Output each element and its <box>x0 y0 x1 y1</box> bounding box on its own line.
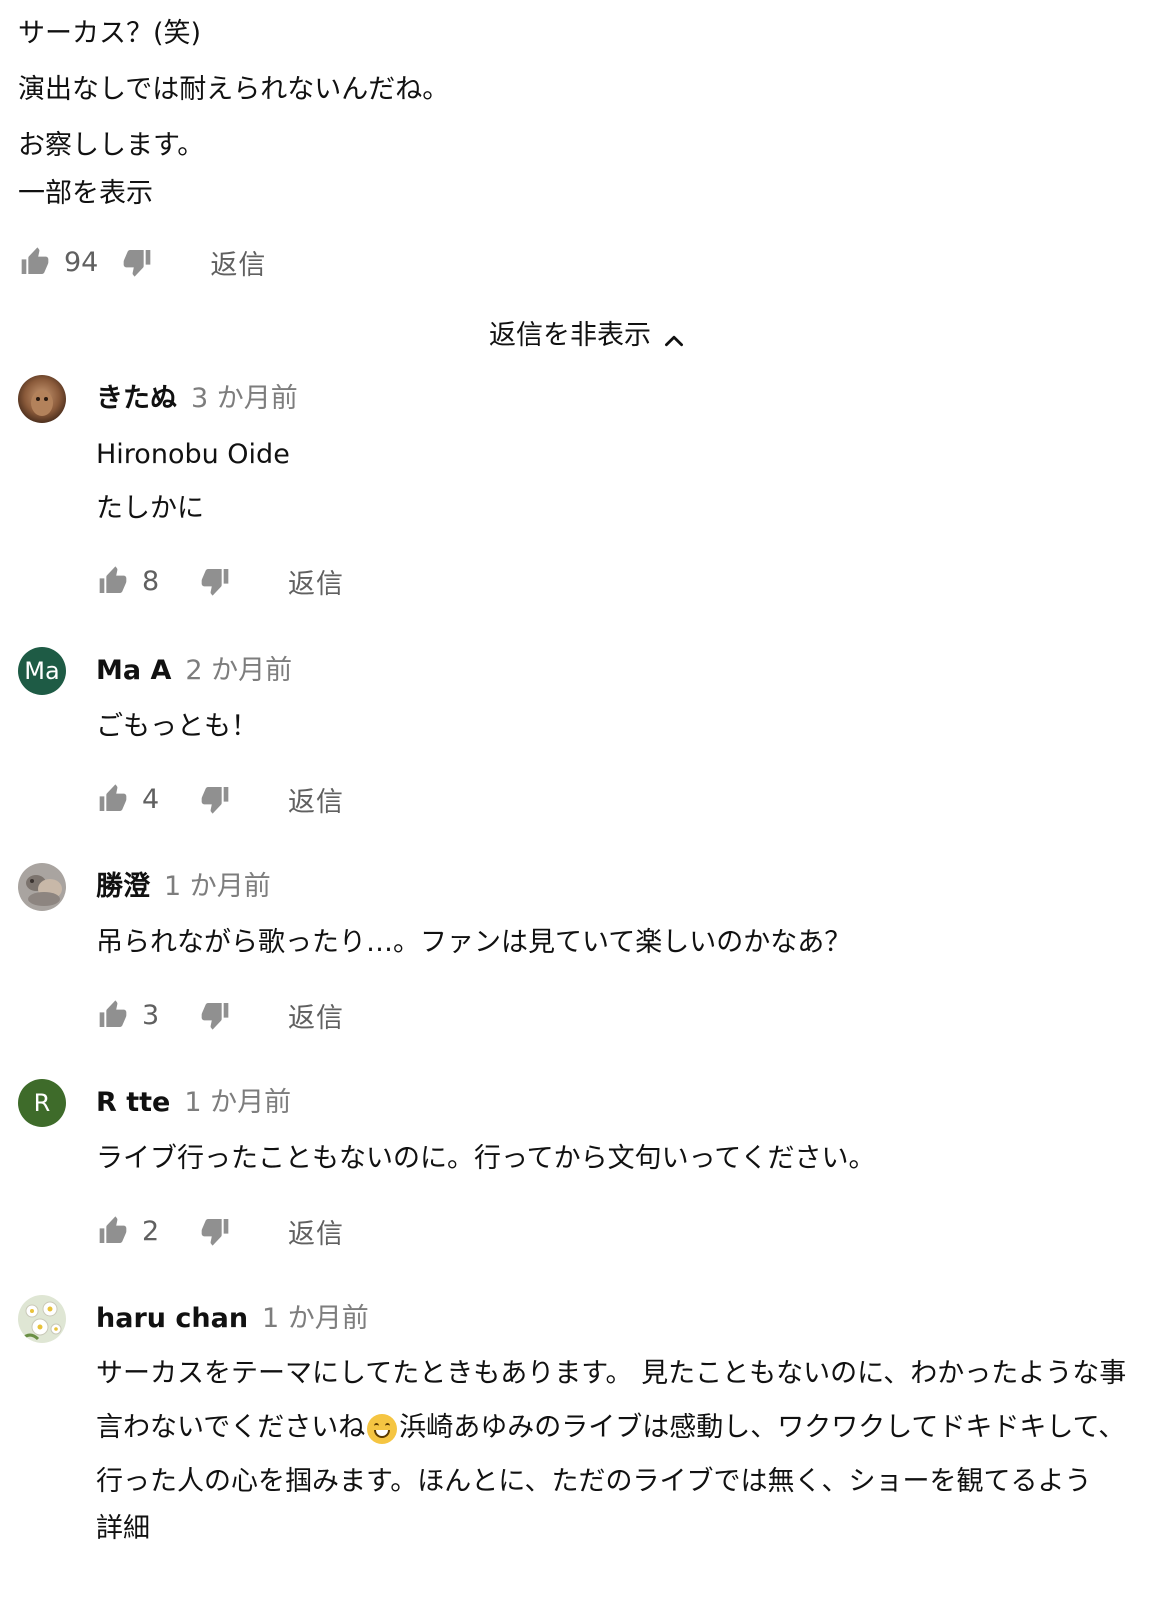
reply-text-line: ごもっとも！ <box>96 711 258 742</box>
like-count: 8 <box>142 565 160 597</box>
reply-header: 勝澄 1 か月前 <box>96 865 1166 909</box>
avatar-initials: R <box>33 1089 51 1117</box>
reply-text-line: サーカスをテーマにしてたときもあります。 見たこともないのに、わかったような事 <box>96 1358 1127 1389</box>
comment-actions: 94 返信 <box>18 240 1158 284</box>
hide-replies-button[interactable]: 返信を非表示 <box>0 314 1176 358</box>
avatar[interactable] <box>18 1295 66 1343</box>
avatar[interactable] <box>18 375 66 423</box>
comment-actions: 8 返信 <box>96 559 1166 603</box>
reply-body: 勝澄 1 か月前 吊られながら歌ったり…。ファンは見ていて楽しいのかなあ？ 3 返… <box>96 863 1166 1037</box>
author-name[interactable]: Ma A <box>96 655 171 686</box>
author-name[interactable]: きたぬ <box>96 383 177 414</box>
reply-text: Hironobu Oide たしかに <box>96 435 1166 529</box>
reply-text-line: 行った人の心を掴みます。ほんとに、ただのライブでは無く、ショーを観てるよう <box>96 1466 1092 1497</box>
reply-body: きたぬ 3 か月前 Hironobu Oide たしかに 8 返信 <box>96 375 1166 603</box>
timestamp[interactable]: 2 か月前 <box>185 655 292 686</box>
reply-text-fragment: 言わないでくださいね <box>96 1412 366 1443</box>
author-name[interactable]: haru chan <box>96 1303 248 1334</box>
reply-body: Ma A 2 か月前 ごもっとも！ 4 返信 <box>96 647 1166 821</box>
like-count: 2 <box>142 1215 160 1247</box>
grinning-face-emoji-icon <box>367 1413 398 1444</box>
author-name[interactable]: R tte <box>96 1087 170 1118</box>
thumb-down-icon[interactable] <box>198 998 232 1032</box>
comment-text-line: お察しします。 <box>18 130 205 161</box>
reply-body: haru chan 1 か月前 サーカスをテーマにしてたときもあります。 見たこと… <box>96 1295 1166 1549</box>
timestamp[interactable]: 3 か月前 <box>191 383 298 414</box>
reply-header: きたぬ 3 か月前 <box>96 377 1166 421</box>
parent-comment: サーカス？(笑) 演出なしでは耐えられないんだね。 お察しします。 一部を表示 … <box>18 14 1158 284</box>
thumb-down-icon[interactable] <box>120 245 154 279</box>
comment-actions: 2 返信 <box>96 1209 1166 1253</box>
reply-button[interactable]: 返信 <box>288 562 344 601</box>
reply-text: サーカスをテーマにしてたときもあります。 見たこともないのに、わかったような事 … <box>96 1347 1166 1509</box>
reply-text-line: Hironobu Oide <box>96 439 290 470</box>
comment-text-line: サーカス？(笑) <box>18 18 202 49</box>
thumb-down-icon[interactable] <box>198 782 232 816</box>
thumb-up-icon[interactable] <box>18 245 52 279</box>
timestamp[interactable]: 1 か月前 <box>164 871 271 902</box>
reply-header: R tte 1 か月前 <box>96 1081 1166 1125</box>
avatar[interactable] <box>18 863 66 911</box>
like-count: 3 <box>142 999 160 1031</box>
avatar-initials: Ma <box>24 657 60 685</box>
reply-text-fragment: 浜崎あゆみのライブは感動し、ワクワクしてドキドキして、 <box>399 1412 1126 1443</box>
reply-text: 吊られながら歌ったり…。ファンは見ていて楽しいのかなあ？ <box>96 923 1166 963</box>
comment-thread: サーカス？(笑) 演出なしでは耐えられないんだね。 お察しします。 一部を表示 … <box>0 0 1176 1610</box>
reply-button[interactable]: 返信 <box>288 996 344 1035</box>
reply-header: Ma A 2 か月前 <box>96 649 1166 693</box>
reply-text-line: 言わないでくださいね 浜崎あゆみのライブは感動し、ワクワクしてドキドキして、 <box>96 1401 1166 1455</box>
read-more-link[interactable]: 詳細 <box>96 1509 1166 1549</box>
thumb-up-icon[interactable] <box>96 998 130 1032</box>
reply-button[interactable]: 返信 <box>288 780 344 819</box>
timestamp[interactable]: 1 か月前 <box>184 1087 291 1118</box>
reply-text-line: たしかに <box>96 493 204 524</box>
author-name[interactable]: 勝澄 <box>96 871 150 902</box>
reply-button[interactable]: 返信 <box>210 243 266 282</box>
timestamp[interactable]: 1 か月前 <box>262 1303 369 1334</box>
like-count: 94 <box>64 246 99 278</box>
reply-text: ごもっとも！ <box>96 707 1166 747</box>
thumb-down-icon[interactable] <box>198 564 232 598</box>
reply-header: haru chan 1 か月前 <box>96 1297 1166 1341</box>
reply-body: R tte 1 か月前 ライブ行ったこともないのに。行ってから文句いってください。… <box>96 1079 1166 1253</box>
like-count: 4 <box>142 783 160 815</box>
reply-button[interactable]: 返信 <box>288 1212 344 1251</box>
comment-text-line: 演出なしでは耐えられないんだね。 <box>18 74 450 105</box>
comment-actions: 4 返信 <box>96 777 1166 821</box>
reply-text: ライブ行ったこともないのに。行ってから文句いってください。 <box>96 1139 1166 1179</box>
hide-replies-label: 返信を非表示 <box>489 320 651 351</box>
thumb-down-icon[interactable] <box>198 1214 232 1248</box>
avatar[interactable]: R <box>18 1079 66 1127</box>
avatar[interactable]: Ma <box>18 647 66 695</box>
show-less-link[interactable]: 一部を表示 <box>18 174 1158 214</box>
thumb-up-icon[interactable] <box>96 564 130 598</box>
chevron-up-icon <box>661 324 687 350</box>
reply-text-line: 吊られながら歌ったり…。ファンは見ていて楽しいのかなあ？ <box>96 927 852 958</box>
thumb-up-icon[interactable] <box>96 782 130 816</box>
comment-actions: 3 返信 <box>96 993 1166 1037</box>
reply-text-line: ライブ行ったこともないのに。行ってから文句いってください。 <box>96 1143 876 1174</box>
thumb-up-icon[interactable] <box>96 1214 130 1248</box>
